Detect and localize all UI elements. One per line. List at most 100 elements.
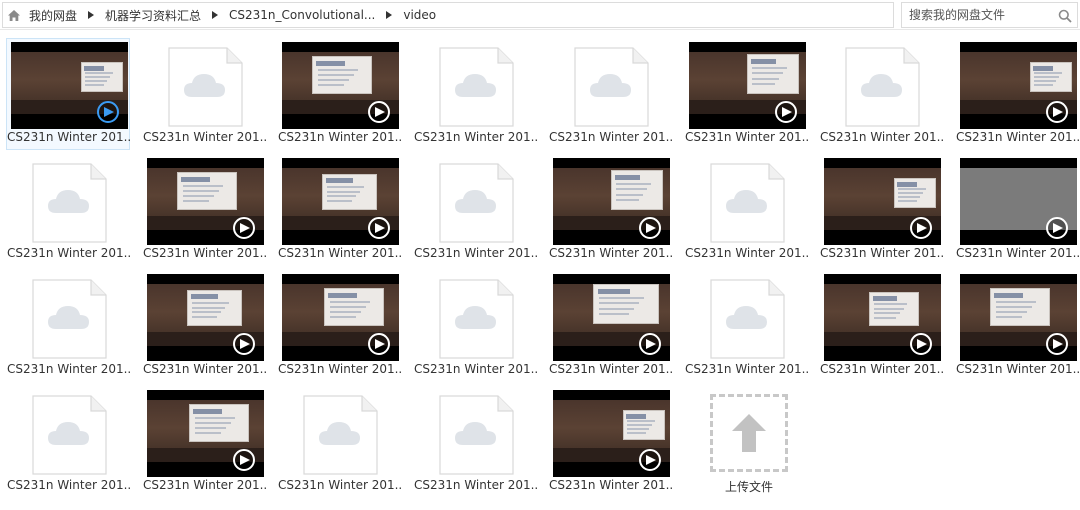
file-item[interactable]: CS231n Winter 201... <box>684 38 809 150</box>
search-icon[interactable] <box>1058 8 1072 23</box>
home-icon[interactable] <box>3 3 25 27</box>
file-item[interactable]: CS231n Winter 201... <box>413 38 538 150</box>
play-icon[interactable] <box>1046 333 1068 355</box>
video-thumbnail <box>553 390 670 477</box>
file-name: CS231n Winter 201... <box>278 130 402 144</box>
cloud-file-icon <box>710 163 785 243</box>
file-item[interactable]: CS231n Winter 201... <box>819 38 944 150</box>
address-bar: 我的网盘 机器学习资料汇总 CS231n_Convolutional... vi… <box>0 0 1080 30</box>
file-name: CS231n Winter 201... <box>685 362 809 376</box>
cloud-file-icon <box>439 279 514 359</box>
chevron-right-icon[interactable] <box>205 3 225 27</box>
chevron-right-icon[interactable] <box>81 3 101 27</box>
file-name: CS231n Winter 201... <box>143 246 267 260</box>
file-name: CS231n Winter 201... <box>414 246 538 260</box>
file-item[interactable]: CS231n Winter 201... <box>955 38 1080 150</box>
file-name: CS231n Winter 201... <box>549 246 673 260</box>
file-name: CS231n Winter 201... <box>7 478 131 492</box>
cloud-file-icon <box>303 395 378 475</box>
file-item[interactable]: CS231n Winter 201... <box>548 386 673 498</box>
file-item[interactable]: CS231n Winter 201... <box>955 154 1080 266</box>
upload-label: 上传文件 <box>724 480 773 494</box>
upload-arrow-icon <box>732 414 766 452</box>
play-icon[interactable] <box>368 217 390 239</box>
video-thumbnail <box>282 274 399 361</box>
video-thumbnail <box>689 42 806 129</box>
file-item[interactable]: CS231n Winter 201... <box>684 270 809 382</box>
breadcrumb: 我的网盘 机器学习资料汇总 CS231n_Convolutional... vi… <box>2 2 894 28</box>
video-thumbnail <box>824 274 941 361</box>
cloud-file-icon <box>32 279 107 359</box>
file-item[interactable]: CS231n Winter 201... <box>413 270 538 382</box>
file-item[interactable]: CS231n Winter 201... <box>548 154 673 266</box>
cloud-file-icon <box>439 395 514 475</box>
video-thumbnail <box>147 274 264 361</box>
play-icon[interactable] <box>639 333 661 355</box>
video-thumbnail <box>282 158 399 245</box>
file-item[interactable]: CS231n Winter 201... <box>955 270 1080 382</box>
play-icon[interactable] <box>1046 217 1068 239</box>
upload-button[interactable] <box>710 394 788 472</box>
play-icon[interactable] <box>233 449 255 471</box>
breadcrumb-item-ml-collection[interactable]: 机器学习资料汇总 <box>101 7 205 24</box>
search-input[interactable] <box>902 4 1052 26</box>
search-box <box>901 2 1078 28</box>
play-icon[interactable] <box>639 217 661 239</box>
file-item[interactable]: CS231n Winter 201... <box>6 38 131 150</box>
file-item[interactable]: CS231n Winter 201... <box>6 154 131 266</box>
play-icon[interactable] <box>910 333 932 355</box>
file-item[interactable]: CS231n Winter 201... <box>277 386 402 498</box>
file-item[interactable]: CS231n Winter 201... <box>548 270 673 382</box>
play-icon[interactable] <box>910 217 932 239</box>
play-icon[interactable] <box>775 101 797 123</box>
file-item[interactable]: CS231n Winter 201... <box>142 38 267 150</box>
chevron-right-icon[interactable] <box>379 3 399 27</box>
file-item[interactable]: CS231n Winter 201... <box>6 386 131 498</box>
play-icon[interactable] <box>368 333 390 355</box>
video-thumbnail <box>282 42 399 129</box>
breadcrumb-item-cs231n[interactable]: CS231n_Convolutional... <box>225 8 379 22</box>
play-icon[interactable] <box>639 449 661 471</box>
file-item[interactable]: CS231n Winter 201... <box>684 154 809 266</box>
breadcrumb-item-video[interactable]: video <box>399 8 440 22</box>
file-item[interactable]: CS231n Winter 201... <box>142 270 267 382</box>
file-item[interactable]: CS231n Winter 201... <box>413 386 538 498</box>
file-name: CS231n Winter 201... <box>820 362 944 376</box>
file-item[interactable]: CS231n Winter 201... <box>277 154 402 266</box>
cloud-file-icon <box>168 47 243 127</box>
file-item[interactable]: CS231n Winter 201... <box>819 154 944 266</box>
file-name: CS231n Winter 201... <box>414 478 538 492</box>
play-icon[interactable] <box>233 333 255 355</box>
file-name: CS231n Winter 201... <box>685 130 809 144</box>
cloud-file-icon <box>845 47 920 127</box>
file-item[interactable]: CS231n Winter 201... <box>142 154 267 266</box>
cloud-file-icon <box>710 279 785 359</box>
file-name: CS231n Winter 201... <box>278 362 402 376</box>
file-name: CS231n Winter 201... <box>549 362 673 376</box>
file-item[interactable]: CS231n Winter 201... <box>277 38 402 150</box>
cloud-file-icon <box>32 163 107 243</box>
file-name: CS231n Winter 201... <box>414 130 538 144</box>
play-icon[interactable] <box>233 217 255 239</box>
file-item[interactable]: CS231n Winter 201... <box>6 270 131 382</box>
video-thumbnail <box>553 158 670 245</box>
file-name: CS231n Winter 201... <box>7 362 131 376</box>
file-name: CS231n Winter 201... <box>956 362 1080 376</box>
file-item[interactable]: CS231n Winter 201... <box>548 38 673 150</box>
file-name: CS231n Winter 201... <box>820 130 944 144</box>
file-item[interactable]: CS231n Winter 201... <box>142 386 267 498</box>
video-thumbnail <box>11 42 128 129</box>
file-name: CS231n Winter 201... <box>7 246 131 260</box>
play-icon[interactable] <box>368 101 390 123</box>
video-thumbnail <box>960 158 1077 245</box>
file-name: CS231n Winter 201... <box>7 130 131 144</box>
file-name: CS231n Winter 201... <box>820 246 944 260</box>
file-name: CS231n Winter 201... <box>956 130 1080 144</box>
play-icon[interactable] <box>1046 101 1068 123</box>
file-item[interactable]: CS231n Winter 201... <box>277 270 402 382</box>
file-item[interactable]: CS231n Winter 201... <box>413 154 538 266</box>
file-name: CS231n Winter 201... <box>278 246 402 260</box>
breadcrumb-item-my-drive[interactable]: 我的网盘 <box>25 7 81 24</box>
file-item[interactable]: CS231n Winter 201... <box>819 270 944 382</box>
play-icon[interactable] <box>97 101 119 123</box>
